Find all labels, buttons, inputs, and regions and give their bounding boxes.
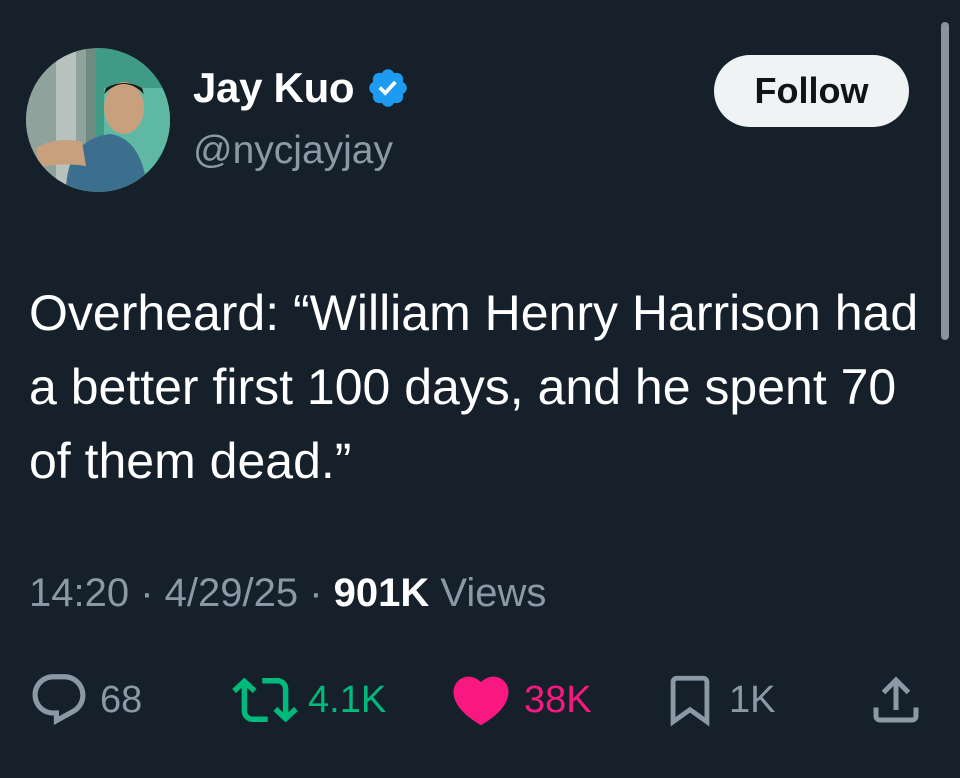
heart-icon: [453, 676, 509, 726]
share-icon: [873, 676, 919, 723]
like-button[interactable]: 38K: [448, 660, 592, 740]
tweet-time[interactable]: 14:20: [29, 571, 129, 615]
tweet-date[interactable]: 4/29/25: [165, 571, 298, 615]
bookmark-count: 1K: [729, 678, 776, 721]
bookmark-icon: [670, 675, 710, 727]
avatar[interactable]: [26, 48, 170, 192]
like-count: 38K: [524, 678, 592, 721]
reply-icon: [32, 674, 86, 726]
action-bar: 68 4.1K 38K 1K: [0, 660, 960, 740]
reply-count: 68: [100, 678, 143, 721]
tweet-text: Overheard: “William Henry Harrison had a…: [29, 285, 919, 489]
author-handle[interactable]: @nycjayjay: [193, 129, 393, 173]
meta-separator: ·: [129, 571, 165, 615]
share-button[interactable]: [866, 660, 926, 740]
tweet-meta: 14:20 · 4/29/25 · 901K Views: [29, 571, 546, 616]
scrollbar[interactable]: [941, 22, 949, 340]
verified-badge-icon[interactable]: [366, 66, 410, 110]
retweet-count: 4.1K: [308, 678, 387, 721]
follow-button[interactable]: Follow: [714, 55, 909, 127]
meta-separator: ·: [298, 571, 334, 615]
author-display-name[interactable]: Jay Kuo: [193, 64, 355, 112]
retweet-icon: [232, 677, 298, 723]
views-count[interactable]: 901K: [334, 571, 430, 615]
bookmark-button[interactable]: 1K: [661, 660, 775, 740]
avatar-photo: [26, 48, 170, 192]
retweet-button[interactable]: 4.1K: [232, 660, 386, 740]
author-name-row: Jay Kuo: [193, 64, 410, 112]
reply-button[interactable]: 68: [28, 660, 142, 740]
views-label: Views: [429, 571, 547, 615]
